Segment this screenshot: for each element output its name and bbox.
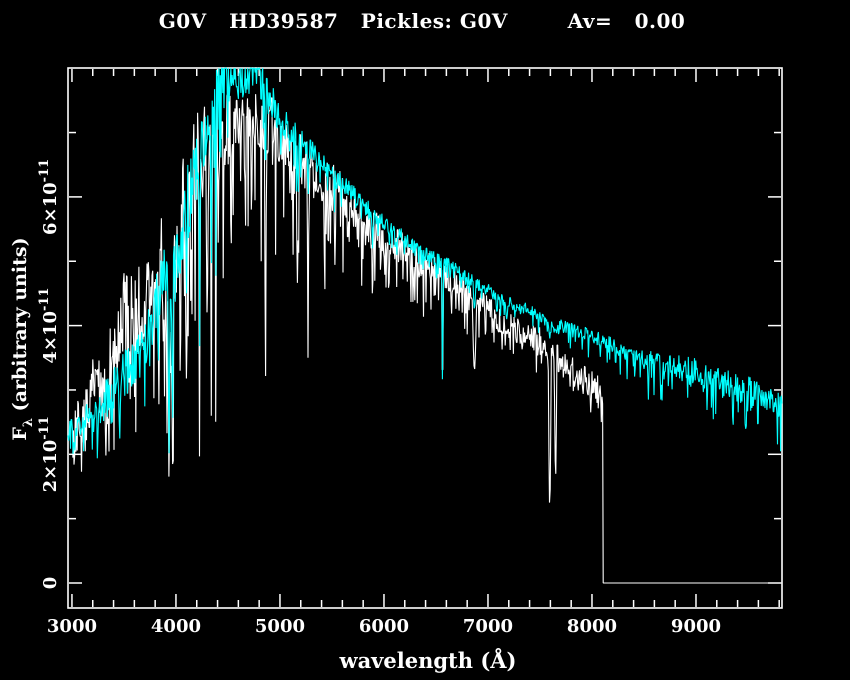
spectrum-plot: 3000 4000 5000 6000 7000 8000 9000 0 2×10-11 4×10… xyxy=(37,67,783,637)
y-tick-label: 6×10-11 xyxy=(37,159,61,235)
y-axis-title: Fλ (arbitrary units) xyxy=(9,214,36,464)
x-tick-label: 6000 xyxy=(359,616,409,637)
spectrum-viewer-window: 3000 4000 5000 6000 7000 8000 9000 0 2×10-11 4×10… xyxy=(0,0,850,680)
y-tick-label: 0 xyxy=(40,577,61,590)
flux-symbol: F xyxy=(9,427,31,441)
x-tick-label: 5000 xyxy=(255,616,305,637)
y-axis-units: (arbitrary units) xyxy=(9,237,31,418)
x-tick-label: 4000 xyxy=(151,616,201,637)
x-tick-label: 9000 xyxy=(671,616,721,637)
y-tick-label: 4×10-11 xyxy=(37,288,61,364)
x-tick-label: 8000 xyxy=(567,616,617,637)
observed-spectrum-line xyxy=(72,93,782,584)
x-tick-label: 3000 xyxy=(47,616,97,637)
plot-title: G0V HD39587 Pickles: G0V Av= 0.00 xyxy=(158,9,686,33)
x-tick-label: 7000 xyxy=(463,616,513,637)
plot-frame xyxy=(67,67,783,609)
x-axis-title: wavelength (Å) xyxy=(339,648,517,673)
lambda-subscript: λ xyxy=(21,417,36,428)
y-tick-label: 2×10-11 xyxy=(37,416,61,492)
